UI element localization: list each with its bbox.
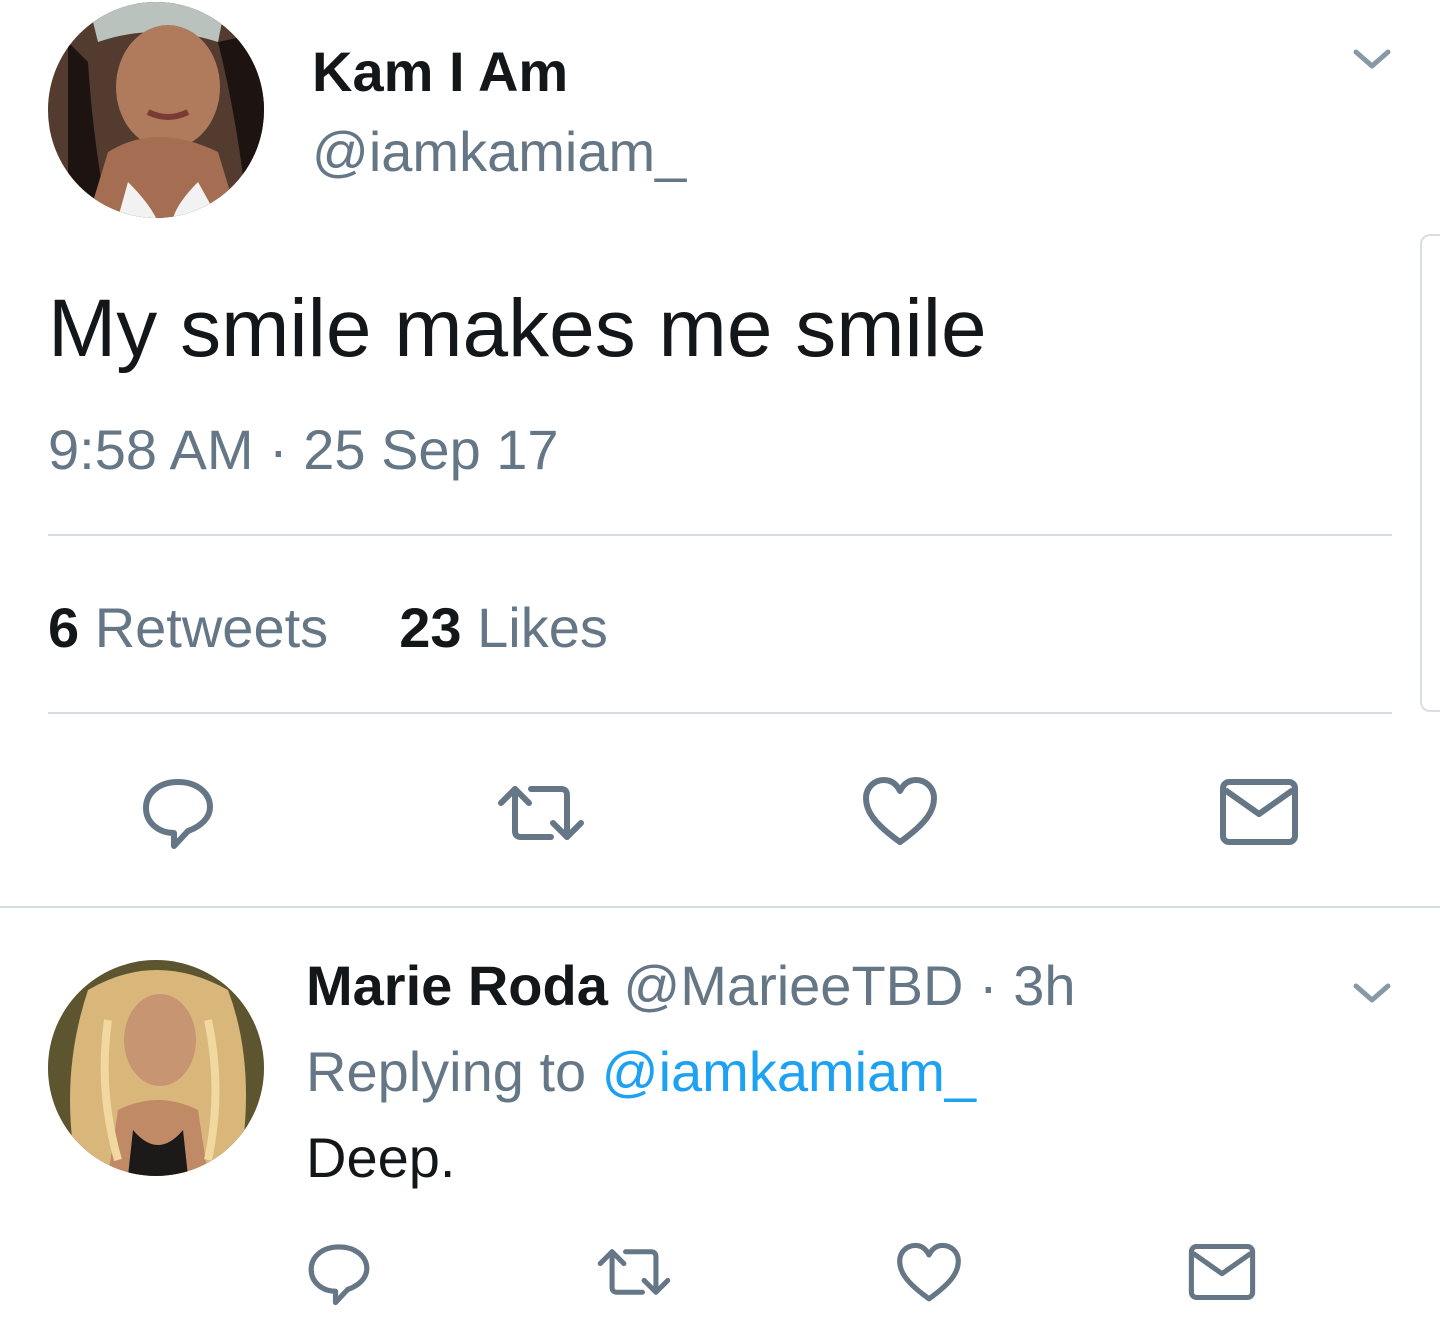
retweets-count: 6 <box>48 596 80 659</box>
tweet-author-name[interactable]: Kam I Am <box>312 40 568 104</box>
divider <box>48 534 1392 536</box>
reply-direct-message-button[interactable] <box>1186 1240 1258 1304</box>
like-icon <box>897 1242 961 1302</box>
reply-reply-button[interactable] <box>304 1238 374 1308</box>
chevron-down-icon <box>1353 983 1391 1003</box>
reply-icon <box>308 1244 370 1306</box>
reply-header: Marie Roda @MarieeTBD · 3h <box>306 954 1076 1018</box>
reply-author-handle[interactable]: @MarieeTBD <box>623 954 963 1017</box>
reply-author-name[interactable]: Marie Roda <box>306 954 608 1017</box>
reply-time[interactable]: · 3h <box>979 954 1076 1017</box>
replying-handle-link[interactable]: @iamkamiam_ <box>602 1040 976 1103</box>
reply-menu-button[interactable] <box>1346 976 1398 1012</box>
direct-message-button[interactable] <box>1218 776 1300 848</box>
reply-icon <box>143 779 213 849</box>
tweet-author-handle[interactable]: @iamkamiam_ <box>312 120 686 184</box>
tweet-stats: 6 Retweets 23 Likes <box>48 596 608 660</box>
retweet-icon <box>597 1249 671 1295</box>
scrollbar[interactable] <box>1420 234 1440 712</box>
like-icon <box>863 777 937 845</box>
author-avatar[interactable] <box>48 2 264 218</box>
avatar-photo <box>48 960 264 1176</box>
replying-prefix: Replying to <box>306 1040 587 1103</box>
reply-retweet-button[interactable] <box>594 1242 674 1302</box>
reply-author-avatar[interactable] <box>48 960 264 1176</box>
chevron-down-icon <box>1353 49 1391 69</box>
likes-label: Likes <box>477 596 608 659</box>
tweet-text: My smile makes me smile <box>48 283 987 374</box>
tweet-timestamp[interactable]: 9:58 AM · 25 Sep 17 <box>48 418 559 482</box>
retweet-button[interactable] <box>493 778 589 848</box>
divider <box>48 712 1392 714</box>
direct-message-icon <box>1220 779 1298 845</box>
likes-count: 23 <box>399 596 462 659</box>
direct-message-icon <box>1188 1243 1256 1301</box>
replying-to: Replying to @iamkamiam_ <box>306 1040 976 1104</box>
tweet-menu-button[interactable] <box>1346 42 1398 78</box>
retweets-label: Retweets <box>94 596 329 659</box>
reply-like-button[interactable] <box>894 1238 964 1308</box>
reply-button[interactable] <box>138 772 218 852</box>
reply-text: Deep. <box>306 1126 456 1189</box>
divider <box>0 906 1440 908</box>
retweets-stat[interactable]: 6 Retweets <box>48 596 344 659</box>
avatar-photo <box>48 2 264 218</box>
like-button[interactable] <box>860 772 940 852</box>
likes-stat[interactable]: 23 Likes <box>399 596 608 659</box>
retweet-icon <box>498 786 584 840</box>
